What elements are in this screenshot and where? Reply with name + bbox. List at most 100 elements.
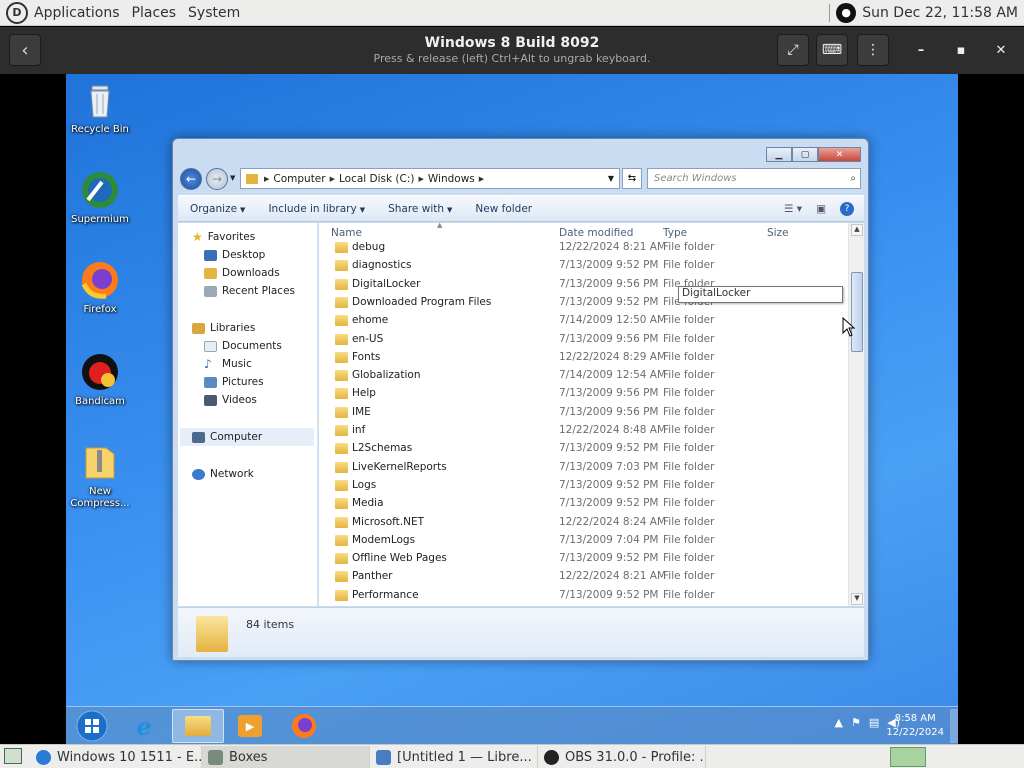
nav-network[interactable]: Network	[192, 465, 254, 483]
file-row[interactable]: L2Schemas 7/13/2009 9:52 PM File folder	[319, 440, 844, 458]
system-menu[interactable]: System	[182, 5, 246, 21]
desktop-icon-recycle-bin[interactable]: Recycle Bin	[66, 80, 134, 136]
file-row[interactable]: LiveKernelReports 7/13/2009 7:03 PM File f…	[319, 459, 844, 477]
taskbar-item-boxes[interactable]: Boxes	[202, 746, 370, 768]
star-icon: ★	[192, 230, 203, 244]
file-name: LiveKernelReports	[352, 460, 447, 473]
file-row[interactable]: Help 7/13/2009 9:56 PM File folder	[319, 385, 844, 403]
scrollbar-thumb[interactable]	[851, 272, 863, 352]
obs-tray-icon[interactable]: ●	[836, 2, 857, 23]
file-date: 7/13/2009 9:56 PM	[559, 387, 659, 400]
file-row[interactable]: Performance 7/13/2009 9:52 PM File folder	[319, 587, 844, 605]
file-row[interactable]: Globalization 7/14/2009 12:54 AM File fold…	[319, 367, 844, 385]
breadcrumb-local-disk[interactable]: Local Disk (C:)	[335, 173, 419, 185]
file-row[interactable]: IME 7/13/2009 9:56 PM File folder	[319, 404, 844, 422]
scroll-down-icon[interactable]: ▼	[851, 593, 863, 605]
file-row[interactable]: inf 12/22/2024 8:48 AM File folder	[319, 422, 844, 440]
nav-favorites[interactable]: ★ Favorites	[192, 228, 255, 246]
nav-videos[interactable]: Videos	[204, 391, 257, 409]
action-center-flag-icon[interactable]: ⚑	[851, 716, 861, 729]
taskbar-firefox-button[interactable]	[278, 709, 330, 743]
forward-nav-button[interactable]: →	[206, 168, 228, 190]
places-menu[interactable]: Places	[126, 5, 183, 21]
debian-logo-icon[interactable]: D	[6, 1, 28, 24]
preview-pane-icon[interactable]: ▣	[816, 203, 826, 215]
breadcrumb-separator[interactable]: ▶	[479, 175, 484, 183]
taskbar-item-windows10[interactable]: Windows 10 1511 - E...	[30, 746, 202, 768]
address-dropdown-icon[interactable]: ▼	[608, 174, 614, 183]
nav-documents[interactable]: Documents	[204, 337, 282, 355]
nav-recent-places[interactable]: Recent Places	[204, 282, 295, 300]
recent-places-icon	[204, 285, 217, 297]
search-input[interactable]: Search Windows ⌕	[647, 168, 861, 189]
applications-menu[interactable]: Applications	[28, 5, 126, 21]
taskbar-explorer-button[interactable]	[172, 709, 224, 743]
scroll-up-icon[interactable]: ▲	[851, 224, 863, 236]
file-row[interactable]: Logs 7/13/2009 9:52 PM File folder	[319, 477, 844, 495]
file-row[interactable]: ehome 7/14/2009 12:50 AM File folder	[319, 312, 844, 330]
organize-button[interactable]: Organize ▼	[178, 203, 256, 215]
file-row[interactable]: Microsoft.NET 12/22/2024 8:24 AM File fold…	[319, 514, 844, 532]
file-row[interactable]: ModemLogs 7/13/2009 7:04 PM File folder	[319, 532, 844, 550]
nav-music[interactable]: ♪ Music	[204, 355, 252, 373]
network-tray-icon[interactable]: ▤	[869, 716, 879, 729]
explorer-close-button[interactable]: ✕	[818, 147, 861, 162]
folder-icon	[335, 461, 348, 473]
refresh-button[interactable]: ⇆	[622, 168, 642, 189]
explorer-maximize-button[interactable]: ▢	[792, 147, 818, 162]
host-clock[interactable]: Sun Dec 22, 11:58 AM	[862, 5, 1018, 21]
desktop-icon-new-compressed[interactable]: New Compress...	[66, 442, 134, 510]
back-nav-button[interactable]: ←	[180, 168, 202, 190]
change-view-icon[interactable]: ☰ ▾	[784, 203, 802, 215]
nav-libraries[interactable]: Libraries	[192, 319, 255, 337]
file-row[interactable]: Panther 12/22/2024 8:21 AM File folder	[319, 568, 844, 586]
command-bar: Organize ▼ Include in library ▼ Share with…	[178, 195, 864, 222]
nav-desktop[interactable]: Desktop	[204, 246, 265, 264]
workspace-switcher[interactable]	[890, 747, 926, 767]
start-button[interactable]	[66, 709, 118, 743]
file-name: DigitalLocker	[352, 277, 421, 290]
desktop-icon-bandicam[interactable]: Bandicam	[66, 352, 134, 408]
file-row[interactable]: debug 12/22/2024 8:21 AM File folder	[319, 239, 844, 257]
minimize-button[interactable]: –	[911, 40, 931, 60]
file-date: 12/22/2024 8:29 AM	[559, 350, 667, 363]
navigation-pane: ★ Favorites Desktop Downloads Recent Plac…	[178, 223, 318, 606]
file-name: ehome	[352, 314, 389, 327]
maximize-button[interactable]: ▪	[951, 40, 971, 60]
nav-pictures[interactable]: Pictures	[204, 373, 264, 391]
desktop-icon-firefox[interactable]: Firefox	[66, 260, 134, 316]
file-row[interactable]: Fonts 12/22/2024 8:29 AM File folder	[319, 349, 844, 367]
share-with-button[interactable]: Share with ▼	[376, 203, 463, 215]
show-desktop-icon[interactable]	[4, 748, 22, 764]
help-icon[interactable]: ?	[840, 201, 854, 216]
show-desktop-button[interactable]	[950, 709, 958, 743]
vm-display[interactable]: Recycle Bin Supermium Firefox Bandicam N…	[66, 74, 958, 744]
file-row[interactable]: Offline Web Pages 7/13/2009 9:52 PM File f…	[319, 550, 844, 568]
file-row[interactable]: diagnostics 7/13/2009 9:52 PM File folder	[319, 257, 844, 275]
vertical-scrollbar[interactable]: ▲ ▼	[848, 223, 864, 606]
taskbar-media-player-button[interactable]: ▶	[224, 709, 276, 743]
address-bar[interactable]: ▶ Computer ▶ Local Disk (C:) ▶ Windows ▶…	[240, 168, 620, 189]
breadcrumb-computer[interactable]: Computer	[269, 173, 329, 185]
file-list[interactable]: Name ▲ Date modified Type Size debug 12/2…	[319, 223, 864, 606]
include-in-library-button[interactable]: Include in library ▼	[256, 203, 376, 215]
close-button[interactable]: ✕	[991, 40, 1011, 60]
vm-clock[interactable]: 8:58 AM 12/22/2024	[886, 712, 944, 740]
nav-downloads[interactable]: Downloads	[204, 264, 280, 282]
menu-button[interactable]: ⋮	[857, 34, 889, 66]
file-row[interactable]: en-US 7/13/2009 9:56 PM File folder	[319, 331, 844, 349]
taskbar-ie-button[interactable]: e	[118, 709, 170, 743]
keyboard-button[interactable]: ⌨	[816, 34, 848, 66]
taskbar-item-obs[interactable]: OBS 31.0.0 - Profile: ...	[538, 746, 706, 768]
recent-pages-dropdown[interactable]: ▼	[230, 174, 235, 182]
breadcrumb-windows[interactable]: Windows	[424, 173, 479, 185]
nav-computer[interactable]: Computer	[180, 428, 314, 446]
desktop-icon-supermium[interactable]: Supermium	[66, 170, 134, 226]
explorer-minimize-button[interactable]: ▁	[766, 147, 792, 162]
fullscreen-button[interactable]: ⤢	[777, 34, 809, 66]
explorer-window[interactable]: ▁ ▢ ✕ ← → ▼ ▶ Computer ▶ Local Disk (C:)…	[172, 138, 869, 661]
file-row[interactable]: Media 7/13/2009 9:52 PM File folder	[319, 495, 844, 513]
tray-expand-icon[interactable]: ▲	[834, 716, 842, 729]
taskbar-item-libreoffice[interactable]: [Untitled 1 — Libre...	[370, 746, 538, 768]
new-folder-button[interactable]: New folder	[463, 203, 543, 215]
